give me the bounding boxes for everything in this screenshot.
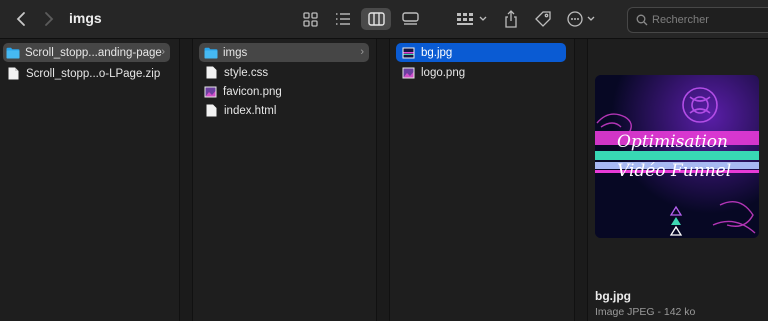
column-view-icon[interactable] — [361, 8, 391, 30]
window-title: imgs — [69, 10, 102, 26]
column-divider[interactable] — [574, 39, 588, 321]
artwork-text: Vidéo Funnel — [617, 161, 731, 181]
back-icon[interactable] — [12, 9, 30, 29]
document-icon — [8, 67, 19, 80]
list-item-image[interactable]: bg.jpg — [396, 43, 566, 62]
list-item-image[interactable]: logo.png — [396, 63, 566, 82]
image-thumbnail-icon — [402, 67, 415, 78]
column-1: Scroll_stopp...anding-page › Scroll_stop… — [0, 39, 178, 321]
image-thumbnail-icon — [402, 47, 415, 58]
list-item-folder[interactable]: Scroll_stopp...anding-page › — [3, 43, 170, 62]
document-icon — [206, 104, 217, 117]
column-divider[interactable] — [376, 39, 390, 321]
gallery-view-icon[interactable] — [395, 8, 425, 30]
column-divider[interactable] — [179, 39, 193, 321]
search-icon — [636, 14, 648, 26]
chevron-right-icon: › — [360, 46, 364, 58]
toolbar: imgs Rechercher — [0, 0, 768, 39]
share-icon[interactable] — [502, 8, 520, 30]
list-item-file[interactable]: style.css — [199, 63, 369, 82]
list-item-image[interactable]: favicon.png — [199, 82, 369, 101]
list-view-icon[interactable] — [328, 8, 358, 30]
more-icon[interactable] — [566, 9, 600, 29]
preview-filename: bg.jpg — [595, 289, 631, 303]
column-2: imgs › style.css favicon.png index.html — [192, 39, 375, 321]
icon-view-icon[interactable] — [295, 8, 325, 30]
image-thumbnail-icon — [204, 86, 217, 97]
tag-icon[interactable] — [533, 8, 553, 30]
column-3: bg.jpg logo.png — [389, 39, 573, 321]
artwork-text: Optimisation — [617, 132, 728, 152]
folder-icon — [204, 47, 218, 58]
document-icon — [206, 66, 217, 79]
group-icon[interactable] — [455, 10, 489, 28]
search-input[interactable]: Rechercher — [627, 7, 768, 33]
search-placeholder: Rechercher — [652, 14, 709, 26]
list-item-file[interactable]: index.html — [199, 101, 369, 120]
list-item-file[interactable]: Scroll_stopp...o-LPage.zip — [3, 64, 170, 83]
folder-icon — [6, 47, 20, 58]
file-preview-image[interactable]: Optimisation Vidéo Funnel — [595, 75, 759, 238]
chevron-right-icon: › — [161, 46, 165, 58]
preview-file-kind: Image JPEG - 142 ko — [595, 306, 696, 318]
forward-icon[interactable] — [40, 9, 58, 29]
list-item-folder[interactable]: imgs › — [199, 43, 369, 62]
